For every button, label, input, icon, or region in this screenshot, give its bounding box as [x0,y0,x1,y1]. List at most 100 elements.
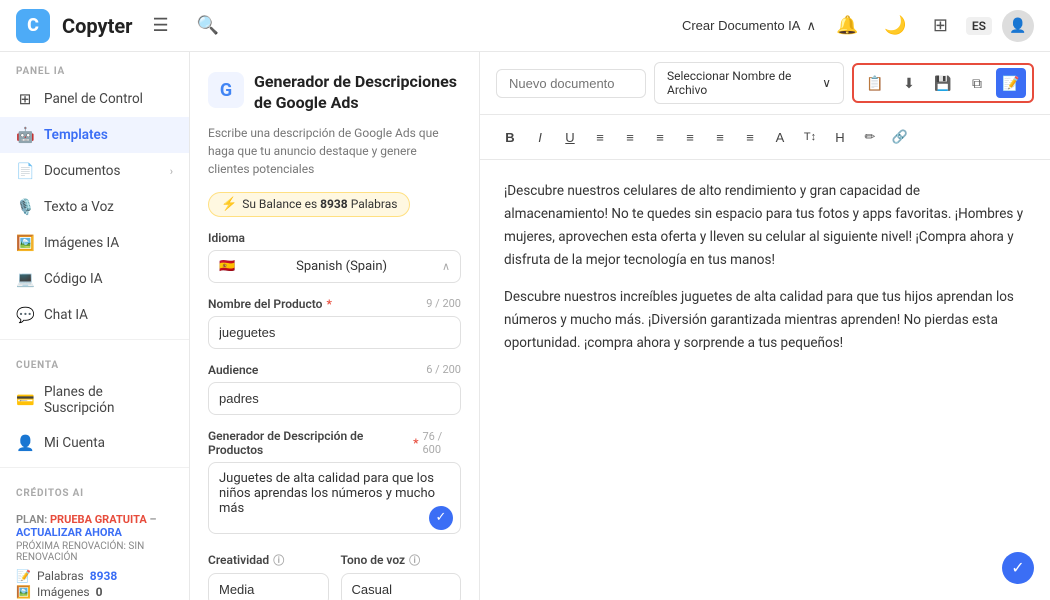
nav-actions: 🔔 🌙 ⊞ ES 👤 [828,10,1034,42]
renew-text: PRÓXIMA RENOVACIÓN: SIN RENOVACIÓN [16,541,173,563]
align-center-button[interactable]: ≡ [616,123,644,151]
sidebar-item-panel-control[interactable]: ⊞ Panel de Control [0,81,189,117]
save-doc-button[interactable]: 💾 [928,68,958,98]
expand-button[interactable]: ⊞ [925,11,956,40]
form-panel: G Generador de Descripciones de Google A… [190,52,480,600]
download-doc-button[interactable]: ⬇ [894,68,924,98]
logo-text: Copyter [62,14,132,38]
creatividad-input[interactable] [208,573,329,600]
idioma-value: Spanish (Spain) [296,259,387,274]
sidebar-item-label: Documentos [44,163,120,179]
sidebar-item-label: Texto a Voz [44,199,114,215]
pen-button[interactable]: ✏ [856,123,884,151]
list-ordered-button[interactable]: ≡ [706,123,734,151]
italic-button[interactable]: I [526,123,554,151]
avatar[interactable]: 👤 [1002,10,1034,42]
sidebar-item-label: Imágenes IA [44,235,119,251]
hamburger-button[interactable]: ☰ [144,11,176,40]
sidebar-item-documentos[interactable]: 📄 Documentos › [0,153,189,189]
tono-info-icon[interactable]: ⓘ [409,552,420,568]
creatividad-label: Creatividad ⓘ [208,552,329,568]
bold-button[interactable]: B [496,123,524,151]
sidebar-item-codigo-ia[interactable]: 💻 Código IA [0,261,189,297]
user-icon: 👤 [16,434,34,452]
search-button[interactable]: 🔍 [189,11,227,40]
audience-label: Audience 6 / 200 [208,363,461,377]
producto-label: Nombre del Producto * 9 / 200 [208,297,461,311]
output-toolbar: Seleccionar Nombre de Archivo ∨ 📋 ⬇ 💾 ⧉ … [480,52,1050,115]
spain-flag-icon: 🇪🇸 [219,259,235,274]
descripcion-textarea[interactable]: Juguetes de alta calidad para que los ni… [208,462,461,534]
main-content: G Generador de Descripciones de Google A… [190,52,1050,600]
copy-doc-button[interactable]: 📋 [860,68,890,98]
sidebar: PANEL IA ⊞ Panel de Control 🤖 Templates … [0,52,190,600]
credit-box: PLAN: PRUEBA GRATUITA – ACTUALIZAR AHORA… [0,503,189,600]
creditos-label: CRÉDITOS AI [0,474,189,503]
new-doc-button[interactable]: 📝 [996,68,1026,98]
sidebar-item-label: Templates [44,127,108,143]
moon-button[interactable]: 🌙 [876,11,914,40]
creatividad-info-icon[interactable]: ⓘ [273,552,284,568]
form-title: Generador de Descripciones de Google Ads [254,72,461,114]
sidebar-item-label: Código IA [44,271,103,287]
sidebar-divider-2 [0,467,189,468]
chevron-right-icon: › [170,165,173,178]
producto-input[interactable] [208,316,461,349]
align-left-button[interactable]: ≡ [586,123,614,151]
sidebar-item-planes[interactable]: 💳 Planes de Suscripción [0,375,189,425]
images-icon: 🖼️ [16,585,31,599]
sidebar-item-mi-cuenta[interactable]: 👤 Mi Cuenta [0,425,189,461]
ai-icon: 🤖 [16,126,34,144]
sidebar-item-templates[interactable]: 🤖 Templates [0,117,189,153]
heading-button[interactable]: H [826,123,854,151]
output-panel: Seleccionar Nombre de Archivo ∨ 📋 ⬇ 💾 ⧉ … [480,52,1050,600]
plan-text: PLAN: PRUEBA GRATUITA – ACTUALIZAR AHORA [16,513,173,539]
textarea-check-icon: ✓ [429,506,453,530]
sidebar-item-chat-ia[interactable]: 💬 Chat IA [0,297,189,333]
required-marker-2: * [413,436,418,450]
audience-input[interactable] [208,382,461,415]
grid-icon: ⊞ [16,90,34,108]
descripcion-char-count: 76 / 600 [422,430,461,456]
creatividad-tono-row: Creatividad ⓘ Tono de voz ⓘ [208,552,461,600]
topnav: C Copyter ☰ 🔍 Crear Documento IA ∧ 🔔 🌙 ⊞… [0,0,1050,52]
idioma-select[interactable]: 🇪🇸 Spanish (Spain) ∧ [208,250,461,283]
duplicate-doc-button[interactable]: ⧉ [962,68,992,98]
tono-input[interactable] [341,573,462,600]
sidebar-item-imagenes-ia[interactable]: 🖼️ Imágenes IA [0,225,189,261]
producto-char-count: 9 / 200 [426,297,461,310]
plan-free-link[interactable]: PRUEBA GRATUITA [50,513,147,526]
underline-button[interactable]: U [556,123,584,151]
doc-name-input[interactable] [496,69,646,98]
create-document-button[interactable]: Crear Documento IA ∧ [682,18,816,34]
image-icon: 🖼️ [16,234,34,252]
sidebar-item-label: Mi Cuenta [44,435,105,451]
link-button[interactable]: 🔗 [886,123,914,151]
sidebar-item-texto-a-voz[interactable]: 🎙️ Texto a Voz [0,189,189,225]
bell-button[interactable]: 🔔 [828,11,866,40]
font-color-button[interactable]: A [766,123,794,151]
descripcion-label: Generador de Descripción de Productos * … [208,429,461,457]
text-size-button[interactable]: T↕ [796,123,824,151]
align-justify-button[interactable]: ≡ [676,123,704,151]
mic-icon: 🎙️ [16,198,34,216]
cuenta-label: CUENTA [0,346,189,375]
chevron-up-icon: ∧ [442,260,450,273]
file-name-label: Seleccionar Nombre de Archivo [667,69,816,97]
tono-label: Tono de voz ⓘ [341,552,462,568]
imagenes-label: Imágenes [37,585,90,599]
output-paragraph-2: Descubre nuestros increíbles juguetes de… [504,286,1026,355]
output-paragraph-1: ¡Descubre nuestros celulares de alto ren… [504,180,1026,272]
output-body: ¡Descubre nuestros celulares de alto ren… [480,160,1050,600]
align-right-button[interactable]: ≡ [646,123,674,151]
list-unordered-button[interactable]: ≡ [736,123,764,151]
file-name-select[interactable]: Seleccionar Nombre de Archivo ∨ [654,62,844,104]
palabras-value: 8938 [90,569,118,583]
sidebar-item-label: Planes de Suscripción [44,384,173,416]
plan-upgrade-link[interactable]: ACTUALIZAR AHORA [16,526,122,539]
language-badge[interactable]: ES [966,17,992,35]
form-logo: G [208,72,244,108]
required-marker: * [326,297,331,311]
code-icon: 💻 [16,270,34,288]
sidebar-item-label: Chat IA [44,307,88,323]
